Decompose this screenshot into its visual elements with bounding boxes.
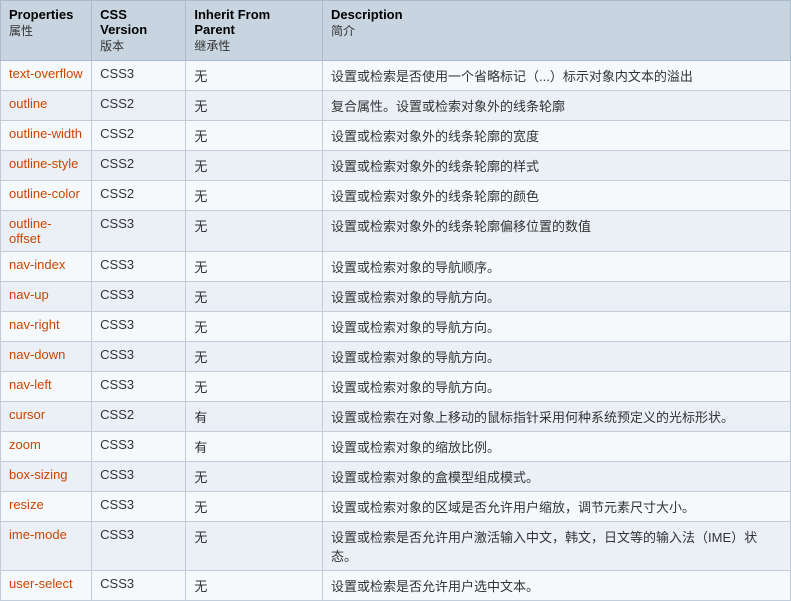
table-row: nav-upCSS3无设置或检索对象的导航方向。 [1,282,791,312]
css-version: CSS2 [92,151,186,181]
inherit-value: 有 [186,432,323,462]
description-text: 设置或检索是否允许用户激活输入中文，韩文，日文等的输入法（IME）状态。 [323,522,791,571]
description-text: 设置或检索对象外的线条轮廓的颜色 [323,181,791,211]
css-version: CSS3 [92,372,186,402]
table-row: outline-widthCSS2无设置或检索对象外的线条轮廓的宽度 [1,121,791,151]
description-text: 设置或检索在对象上移动的鼠标指针采用何种系统预定义的光标形状。 [323,402,791,432]
css-version: CSS3 [92,211,186,252]
description-text: 设置或检索对象的盒模型组成模式。 [323,462,791,492]
description-text: 设置或检索是否允许用户选中文本。 [323,571,791,601]
css-version: CSS3 [92,522,186,571]
property-name[interactable]: outline-width [1,121,92,151]
table-row: nav-indexCSS3无设置或检索对象的导航顺序。 [1,252,791,282]
description-text: 设置或检索对象的导航顺序。 [323,252,791,282]
property-name[interactable]: nav-left [1,372,92,402]
table-row: cursorCSS2有设置或检索在对象上移动的鼠标指针采用何种系统预定义的光标形… [1,402,791,432]
property-name[interactable]: zoom [1,432,92,462]
table-row: text-overflowCSS3无设置或检索是否使用一个省略标记（...）标示… [1,61,791,91]
css-version: CSS3 [92,462,186,492]
description-text: 设置或检索对象的导航方向。 [323,312,791,342]
description-text: 设置或检索是否使用一个省略标记（...）标示对象内文本的溢出 [323,61,791,91]
table-header-row: Properties 属性 CSS Version 版本 Inherit Fro… [1,1,791,61]
css-version: CSS2 [92,91,186,121]
css-version: CSS3 [92,252,186,282]
inherit-value: 无 [186,181,323,211]
css-version: CSS3 [92,312,186,342]
table-row: outlineCSS2无复合属性。设置或检索对象外的线条轮廓 [1,91,791,121]
property-name[interactable]: nav-up [1,282,92,312]
description-text: 设置或检索对象的导航方向。 [323,282,791,312]
css-properties-table: Properties 属性 CSS Version 版本 Inherit Fro… [0,0,791,601]
property-name[interactable]: nav-right [1,312,92,342]
inherit-value: 有 [186,402,323,432]
css-version: CSS3 [92,282,186,312]
header-property: Properties 属性 [1,1,92,61]
property-name[interactable]: outline-style [1,151,92,181]
inherit-value: 无 [186,151,323,181]
inherit-value: 无 [186,372,323,402]
property-name[interactable]: cursor [1,402,92,432]
header-version: CSS Version 版本 [92,1,186,61]
css-version: CSS3 [92,492,186,522]
inherit-value: 无 [186,462,323,492]
table-row: zoomCSS3有设置或检索对象的缩放比例。 [1,432,791,462]
css-version: CSS2 [92,402,186,432]
table-row: user-selectCSS3无设置或检索是否允许用户选中文本。 [1,571,791,601]
inherit-value: 无 [186,342,323,372]
table-row: ime-modeCSS3无设置或检索是否允许用户激活输入中文，韩文，日文等的输入… [1,522,791,571]
property-name[interactable]: outline-offset [1,211,92,252]
table-row: nav-leftCSS3无设置或检索对象的导航方向。 [1,372,791,402]
description-text: 设置或检索对象外的线条轮廓的宽度 [323,121,791,151]
css-version: CSS3 [92,342,186,372]
inherit-value: 无 [186,571,323,601]
description-text: 设置或检索对象的区域是否允许用户缩放，调节元素尺寸大小。 [323,492,791,522]
description-text: 设置或检索对象的缩放比例。 [323,432,791,462]
description-text: 设置或检索对象的导航方向。 [323,372,791,402]
table-row: nav-downCSS3无设置或检索对象的导航方向。 [1,342,791,372]
property-name[interactable]: ime-mode [1,522,92,571]
inherit-value: 无 [186,61,323,91]
header-description: Description 简介 [323,1,791,61]
inherit-value: 无 [186,211,323,252]
description-text: 复合属性。设置或检索对象外的线条轮廓 [323,91,791,121]
property-name[interactable]: outline-color [1,181,92,211]
table-row: outline-colorCSS2无设置或检索对象外的线条轮廓的颜色 [1,181,791,211]
table-row: resizeCSS3无设置或检索对象的区域是否允许用户缩放，调节元素尺寸大小。 [1,492,791,522]
table-row: outline-styleCSS2无设置或检索对象外的线条轮廓的样式 [1,151,791,181]
property-name[interactable]: resize [1,492,92,522]
property-name[interactable]: nav-down [1,342,92,372]
description-text: 设置或检索对象的导航方向。 [323,342,791,372]
table-row: outline-offsetCSS3无设置或检索对象外的线条轮廓偏移位置的数值 [1,211,791,252]
inherit-value: 无 [186,121,323,151]
inherit-value: 无 [186,252,323,282]
css-version: CSS3 [92,61,186,91]
property-name[interactable]: nav-index [1,252,92,282]
inherit-value: 无 [186,312,323,342]
property-name[interactable]: box-sizing [1,462,92,492]
css-version: CSS3 [92,432,186,462]
property-name[interactable]: text-overflow [1,61,92,91]
css-version: CSS3 [92,571,186,601]
inherit-value: 无 [186,492,323,522]
header-inherit: Inherit From Parent 继承性 [186,1,323,61]
property-name[interactable]: user-select [1,571,92,601]
property-name[interactable]: outline [1,91,92,121]
description-text: 设置或检索对象外的线条轮廓偏移位置的数值 [323,211,791,252]
inherit-value: 无 [186,522,323,571]
css-version: CSS2 [92,181,186,211]
table-row: nav-rightCSS3无设置或检索对象的导航方向。 [1,312,791,342]
table-row: box-sizingCSS3无设置或检索对象的盒模型组成模式。 [1,462,791,492]
inherit-value: 无 [186,91,323,121]
inherit-value: 无 [186,282,323,312]
description-text: 设置或检索对象外的线条轮廓的样式 [323,151,791,181]
css-version: CSS2 [92,121,186,151]
